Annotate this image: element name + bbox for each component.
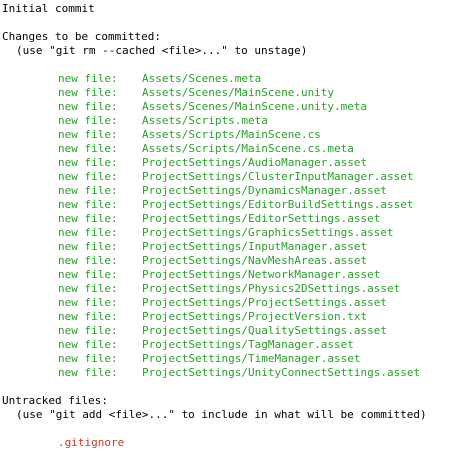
status-label: new file: [58,282,118,295]
staged-file-row: new file: ProjectSettings/TimeManager.ass… [2,352,361,366]
file-path: ProjectSettings/NetworkManager.asset [142,268,381,281]
changes-heading: Changes to be committed: [2,30,161,43]
changes-hint: (use "git rm --cached <file>..." to unst… [16,44,308,57]
staged-file-row: new file: ProjectSettings/Physics2DSettin… [2,282,400,296]
staged-file-row: new file: Assets/Scenes/MainScene.unity.m… [2,100,367,114]
status-label: new file: [58,366,118,379]
file-path: ProjectSettings/GraphicsSettings.asset [142,226,394,239]
file-path: ProjectSettings/AudioManager.asset [142,156,368,169]
status-label: new file: [58,198,118,211]
staged-file-row: new file: ProjectSettings/ClusterInputMan… [2,170,414,184]
file-path: ProjectSettings/NavMeshAreas.asset [142,254,368,267]
status-label: new file: [58,226,118,239]
untracked-file-row: .gitignore [58,436,125,449]
file-path: ProjectSettings/ClusterInputManager.asse… [142,170,414,183]
file-path: ProjectSettings/Physics2DSettings.asset [142,282,401,295]
status-label: new file: [58,338,118,351]
file-path: ProjectSettings/TimeManager.asset [142,352,361,365]
status-label: new file: [58,240,118,253]
staged-file-row: new file: ProjectSettings/QualitySettings… [2,324,387,338]
file-path: Assets/Scripts.meta [142,114,268,127]
file-path: ProjectSettings/TagManager.asset [142,338,354,351]
untracked-hint: (use "git add <file>..." to include in w… [16,408,427,421]
staged-file-row: new file: ProjectSettings/InputManager.as… [2,240,367,254]
staged-file-row: new file: ProjectSettings/NavMeshAreas.as… [2,254,367,268]
staged-file-row: new file: ProjectSettings/NetworkManager.… [2,268,380,282]
file-path: ProjectSettings/DynamicsManager.asset [142,184,388,197]
status-label: new file: [58,254,118,267]
commit-title: Initial commit [2,2,95,15]
status-label: new file: [58,352,118,365]
status-label: new file: [58,296,118,309]
staged-file-row: new file: ProjectSettings/EditorSettings.… [2,212,380,226]
file-path: ProjectSettings/UnityConnectSettings.ass… [142,366,421,379]
file-path: Assets/Scenes/MainScene.unity.meta [142,100,368,113]
staged-file-row: new file: ProjectSettings/ProjectSettings… [2,296,387,310]
status-label: new file: [58,268,118,281]
file-path: ProjectSettings/EditorSettings.asset [142,212,381,225]
status-label: new file: [58,156,118,169]
file-path: ProjectSettings/QualitySettings.asset [142,324,388,337]
status-label: new file: [58,324,118,337]
staged-file-row: new file: ProjectSettings/TagManager.asse… [2,338,354,352]
file-path: ProjectSettings/InputManager.asset [142,240,368,253]
staged-file-row: new file: Assets/Scripts/MainScene.cs.met… [2,142,354,156]
status-label: new file: [58,100,118,113]
status-label: new file: [58,184,118,197]
staged-file-row: new file: ProjectSettings/GraphicsSetting… [2,226,394,240]
file-path: Assets/Scripts/MainScene.cs [142,128,321,141]
file-path: Assets/Scenes.meta [142,72,262,85]
staged-file-row: new file: Assets/Scenes.meta [2,72,261,86]
file-path: ProjectSettings/EditorBuildSettings.asse… [142,198,414,211]
staged-file-row: new file: Assets/Scenes/MainScene.unity [2,86,334,100]
untracked-heading: Untracked files: [2,394,108,407]
status-label: new file: [58,142,118,155]
terminal-window: Initial commit Changes to be committed: … [0,0,454,453]
staged-file-row: new file: Assets/Scripts/MainScene.cs [2,128,321,142]
file-path: ProjectSettings/ProjectSettings.asset [142,296,388,309]
status-label: new file: [58,310,118,323]
status-label: new file: [58,128,118,141]
staged-file-row: new file: ProjectSettings/DynamicsManager… [2,184,387,198]
staged-file-row: new file: ProjectSettings/ProjectVersion.… [2,310,367,324]
staged-file-row: new file: ProjectSettings/EditorBuildSett… [2,198,414,212]
file-path: Assets/Scripts/MainScene.cs.meta [142,142,354,155]
status-label: new file: [58,72,118,85]
status-label: new file: [58,114,118,127]
status-label: new file: [58,170,118,183]
file-path: ProjectSettings/ProjectVersion.txt [142,310,368,323]
file-path: Assets/Scenes/MainScene.unity [142,86,335,99]
staged-file-row: new file: ProjectSettings/UnityConnectSet… [2,366,420,380]
status-label: new file: [58,212,118,225]
status-label: new file: [58,86,118,99]
staged-file-row: new file: ProjectSettings/AudioManager.as… [2,156,367,170]
staged-file-row: new file: Assets/Scripts.meta [2,114,268,128]
